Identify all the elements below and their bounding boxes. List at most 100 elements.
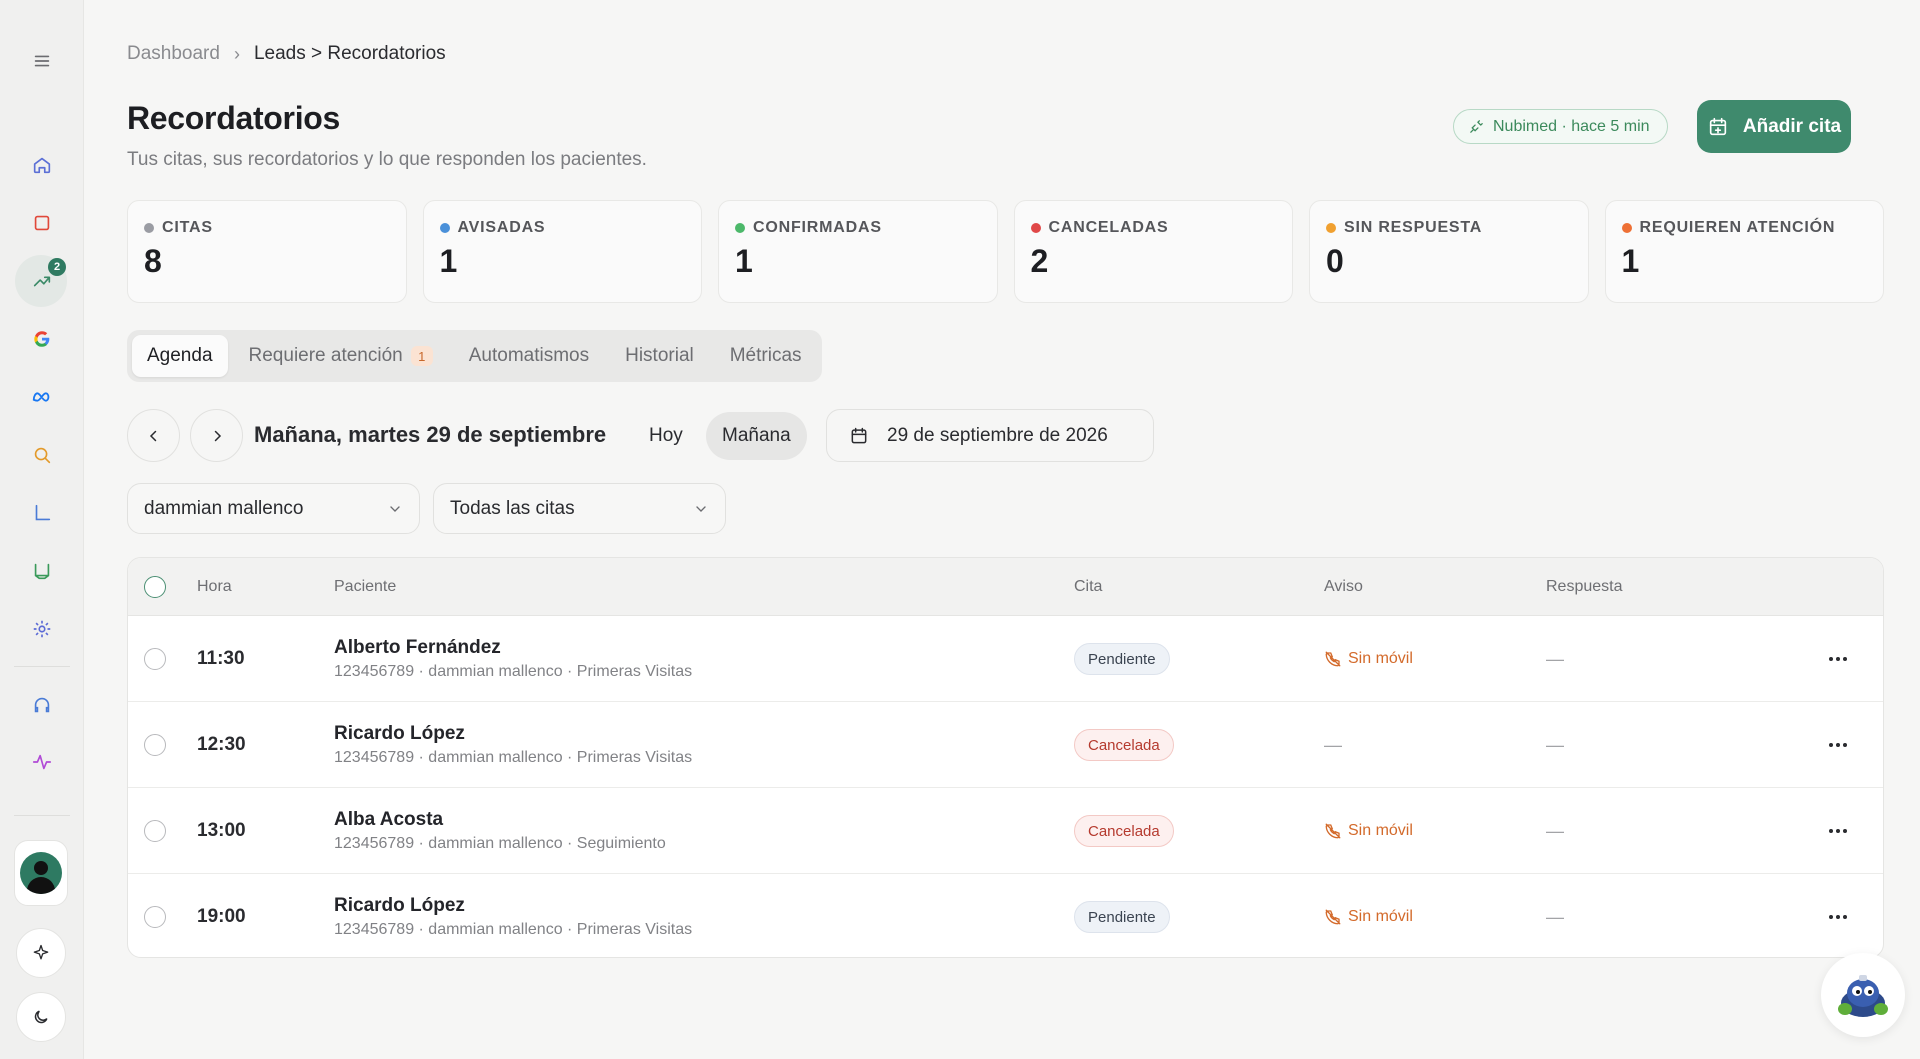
column-header-respuesta[interactable]: Respuesta <box>1546 558 1623 616</box>
doctor-select[interactable]: dammian mallenco <box>127 483 420 534</box>
page-title: Recordatorios <box>127 100 341 136</box>
table-row[interactable]: 12:30 Ricardo López 123456789 · dammian … <box>128 702 1883 788</box>
next-day-button[interactable] <box>190 409 243 462</box>
tab-agenda[interactable]: Agenda <box>132 335 228 377</box>
theme-toggle[interactable] <box>16 992 66 1042</box>
stat-card-avisadas: AVISADAS 1 <box>422 200 702 303</box>
row-checkbox[interactable] <box>144 734 166 756</box>
more-actions-button[interactable] <box>1825 818 1851 844</box>
square-icon[interactable] <box>0 201 84 245</box>
sync-status-badge[interactable]: Nubimed · hace 5 min <box>1453 109 1668 144</box>
more-actions-button[interactable] <box>1825 904 1851 930</box>
status-dot <box>1326 223 1336 233</box>
stat-card-canceladas: CANCELADAS 2 <box>1013 200 1293 303</box>
user-avatar-button[interactable] <box>14 840 68 906</box>
doctor-select-value: dammian mallenco <box>144 497 304 519</box>
row-checkbox[interactable] <box>144 648 166 670</box>
calendar-plus-icon <box>1709 117 1727 135</box>
prev-day-button[interactable] <box>127 409 180 462</box>
today-button[interactable]: Hoy <box>633 412 699 460</box>
appointment-time: 11:30 <box>197 648 245 669</box>
stat-value: 1 <box>735 243 753 279</box>
date-picker[interactable]: 29 de septiembre de 2026 <box>826 409 1154 462</box>
respuesta-value: — <box>1546 734 1564 755</box>
breadcrumb-current: Leads > Recordatorios <box>253 43 446 64</box>
trending-icon[interactable] <box>0 259 84 303</box>
stat-value: 2 <box>1030 243 1049 279</box>
table-row[interactable]: 13:00 Alba Acosta 123456789 · dammian ma… <box>128 788 1883 874</box>
aviso-text: Sin móvil <box>1348 650 1413 667</box>
respuesta-value: — <box>1546 648 1564 669</box>
stat-label: AVISADAS <box>457 219 546 236</box>
more-icon <box>1829 743 1847 747</box>
column-header-cita[interactable]: Cita <box>1074 558 1102 616</box>
status-badge: Cancelada <box>1074 729 1174 761</box>
home-icon[interactable] <box>0 143 84 187</box>
table-row[interactable]: 19:00 Ricardo López 123456789 · dammian … <box>128 874 1883 957</box>
status-select-value: Todas las citas <box>450 497 575 519</box>
patient-meta: 123456789 · dammian mallenco · Primeras … <box>334 921 693 938</box>
tomorrow-button[interactable]: Mañana <box>706 412 807 460</box>
status-dot <box>735 223 745 233</box>
add-appointment-button[interactable]: Añadir cita <box>1697 100 1851 153</box>
row-checkbox[interactable] <box>144 820 166 842</box>
select-all-checkbox[interactable] <box>144 576 166 598</box>
tab-automatismos[interactable]: Automatismos <box>454 335 604 377</box>
status-badge: Pendiente <box>1074 643 1170 675</box>
stat-label: CANCELADAS <box>1048 219 1169 236</box>
moon-icon <box>34 1010 48 1024</box>
inbox-icon[interactable] <box>0 549 84 593</box>
tab-label: Automatismos <box>468 345 590 366</box>
breadcrumb-dashboard[interactable]: Dashboard <box>127 43 220 65</box>
more-actions-button[interactable] <box>1825 646 1851 672</box>
stat-card-citas: CITAS 8 <box>127 200 407 303</box>
patient-meta: 123456789 · dammian mallenco · Primeras … <box>334 749 693 766</box>
tab-label: Requiere atención <box>248 345 403 366</box>
appointments-table: Hora Paciente Cita Aviso Respuesta 11:30… <box>127 557 1884 958</box>
patient-meta: 123456789 · dammian mallenco · Seguimien… <box>334 835 666 852</box>
settings-icon[interactable] <box>0 607 84 651</box>
aviso-text: Sin móvil <box>1348 822 1413 839</box>
sync-status-text: Nubimed · hace 5 min <box>1493 117 1650 135</box>
sidebar: 2 <box>0 0 84 1059</box>
status-badge: Pendiente <box>1074 901 1170 933</box>
patient-name[interactable]: Alberto Fernández <box>334 637 501 659</box>
corner-icon[interactable] <box>0 491 84 535</box>
tab-label: Historial <box>625 345 694 366</box>
column-header-aviso[interactable]: Aviso <box>1324 558 1363 616</box>
status-select[interactable]: Todas las citas <box>433 483 726 534</box>
menu-icon[interactable] <box>0 39 84 83</box>
headphones-icon[interactable] <box>0 683 84 727</box>
tab-requiere-atencion[interactable]: Requiere atención 1 <box>234 335 448 377</box>
search-icon[interactable] <box>0 433 84 477</box>
page-subtitle: Tus citas, sus recordatorios y lo que re… <box>127 149 647 170</box>
appointment-time: 12:30 <box>197 734 246 755</box>
patient-name[interactable]: Ricardo López <box>334 895 465 917</box>
aviso-text: — <box>1324 734 1342 755</box>
meta-icon[interactable] <box>0 375 84 419</box>
chevron-down-icon <box>696 505 706 512</box>
stats-row: CITAS 8 AVISADAS 1 CONFIRMADAS 1 CANCELA… <box>127 200 1884 303</box>
row-checkbox[interactable] <box>144 906 166 928</box>
sparkle-icon <box>33 944 49 960</box>
date-heading: Mañana, martes 29 de septiembre <box>254 422 607 447</box>
stat-label: REQUIEREN ATENCIÓN <box>1639 219 1836 236</box>
plug-icon <box>1470 120 1483 133</box>
sparkle-button[interactable] <box>16 928 66 978</box>
status-dot <box>1030 223 1041 233</box>
column-header-hora[interactable]: Hora <box>197 558 232 616</box>
activity-icon[interactable] <box>0 740 84 784</box>
stat-label: CITAS <box>162 219 213 236</box>
status-badge: Cancelada <box>1074 815 1174 847</box>
phone-off-icon <box>1325 909 1341 925</box>
assistant-button[interactable] <box>1821 953 1905 1037</box>
patient-name[interactable]: Ricardo López <box>334 723 465 745</box>
more-actions-button[interactable] <box>1825 732 1851 758</box>
table-row[interactable]: 11:30 Alberto Fernández 123456789 · damm… <box>128 616 1883 702</box>
column-header-paciente[interactable]: Paciente <box>334 558 396 616</box>
google-icon[interactable] <box>0 317 84 361</box>
patient-name[interactable]: Alba Acosta <box>334 809 443 831</box>
tab-metricas[interactable]: Métricas <box>715 335 817 377</box>
tab-historial[interactable]: Historial <box>610 335 709 377</box>
aviso-status: Sin móvil <box>1324 908 1413 926</box>
